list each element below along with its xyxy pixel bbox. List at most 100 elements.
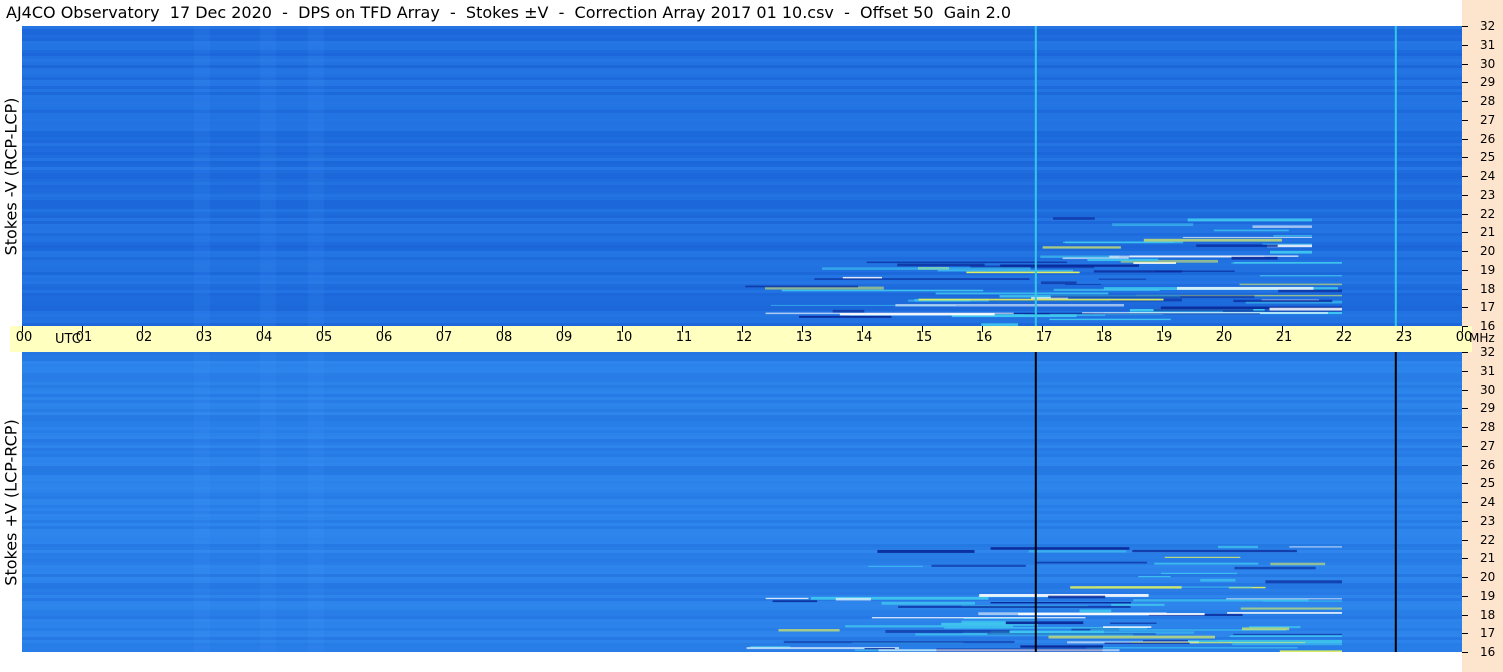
texture-band (22, 89, 1462, 92)
utc-tick-label: 15 (915, 330, 933, 345)
utc-tick-mark (382, 326, 383, 332)
frequency-tick-mark (1462, 445, 1468, 447)
texture-band (22, 484, 1462, 487)
texture-band (22, 535, 1462, 538)
utc-tick-mark (742, 326, 743, 332)
texture-band (22, 553, 1462, 556)
burst-streak (1143, 238, 1282, 242)
texture-band (22, 583, 1462, 586)
texture-band (22, 215, 1462, 218)
texture-band (22, 619, 1462, 622)
texture-band (22, 233, 1462, 236)
texture-band (22, 152, 1462, 155)
texture-band (22, 185, 1462, 188)
burst-streak (1227, 612, 1342, 614)
utc-tick-label: 00 (15, 330, 33, 345)
frequency-tick-label: 30 (1480, 382, 1496, 397)
frequency-tick-mark (1462, 652, 1468, 653)
burst-streak (990, 602, 1131, 604)
utc-tick-label: 22 (1335, 330, 1353, 345)
texture-band (22, 119, 1462, 122)
burst-streak (877, 550, 975, 553)
utc-tick-mark (1102, 326, 1103, 332)
texture-band (22, 146, 1462, 149)
utc-tick-mark (82, 326, 83, 332)
utc-tick-label: 18 (1095, 330, 1113, 345)
texture-band (22, 397, 1462, 400)
burst-streak (1231, 262, 1342, 264)
frequency-tick-mark (1462, 157, 1468, 159)
texture-band (22, 200, 1462, 203)
frequency-tick-mark (1462, 251, 1468, 252)
texture-band (22, 62, 1462, 65)
frequency-tick-mark (1462, 269, 1468, 271)
burst-streak (990, 547, 1130, 550)
texture-band (22, 487, 1462, 490)
burst-streak (987, 633, 1156, 635)
burst-streak (1177, 286, 1314, 290)
utc-tick-label: 10 (615, 330, 633, 345)
burst-streak (1161, 572, 1238, 574)
texture-band (22, 412, 1462, 415)
burst-streak (1070, 586, 1182, 589)
texture-band (22, 110, 1462, 113)
texture-band (22, 116, 1462, 119)
frequency-tick-label: 19 (1480, 588, 1496, 603)
frequency-tick-label: 20 (1480, 570, 1496, 584)
burst-streak (1093, 270, 1182, 273)
texture-band (22, 101, 1462, 104)
frequency-tick-label: 24 (1480, 169, 1496, 183)
frequency-tick-mark (1462, 213, 1468, 215)
burst-streak (864, 648, 895, 650)
texture-band (22, 448, 1462, 451)
texture-band (22, 376, 1462, 379)
frequency-tick-label: 28 (1480, 420, 1496, 434)
frequency-tick-label: 32 (1480, 19, 1496, 33)
texture-band (22, 77, 1462, 80)
texture-band (22, 505, 1462, 508)
frequency-tick-mark (1462, 483, 1468, 485)
burst-streak (1111, 603, 1165, 606)
texture-band (22, 59, 1462, 62)
texture-band (22, 125, 1462, 128)
texture-band (22, 400, 1462, 403)
burst-streak (1262, 243, 1312, 245)
texture-band (22, 206, 1462, 209)
burst-streak (1232, 642, 1342, 646)
texture-band (22, 170, 1462, 173)
burst-streak (881, 601, 975, 605)
utc-tick-mark (22, 326, 23, 332)
utc-tick-label: 05 (315, 330, 333, 345)
texture-band (22, 107, 1462, 110)
spectrogram-top-svg (22, 26, 1462, 326)
texture-band (22, 134, 1462, 137)
frequency-tick-mark (1462, 119, 1468, 121)
texture-band (22, 388, 1462, 391)
texture-band (22, 113, 1462, 116)
burst-streak (1259, 275, 1342, 277)
utc-tick-mark (682, 326, 683, 332)
frequency-tick-label: 19 (1480, 262, 1496, 277)
burst-streak (778, 629, 840, 632)
frequency-tick-label: 31 (1480, 37, 1496, 52)
burst-streak (1218, 545, 1258, 549)
texture-band (22, 251, 1462, 254)
texture-band (22, 176, 1462, 179)
texture-band (22, 649, 1462, 652)
vertical-marker-line (1394, 26, 1397, 326)
texture-band (22, 167, 1462, 170)
texture-band (22, 373, 1462, 376)
texture-band (22, 104, 1462, 107)
burst-streak (1112, 223, 1194, 227)
texture-band (22, 475, 1462, 478)
texture-band (22, 427, 1462, 430)
texture-band (22, 430, 1462, 433)
frequency-tick-label: 21 (1480, 225, 1496, 240)
texture-band (22, 574, 1462, 577)
texture-band (22, 80, 1462, 83)
utc-tick-mark (442, 326, 443, 332)
utc-tick-label: 02 (135, 330, 153, 345)
frequency-tick-mark (1462, 389, 1468, 391)
texture-band (22, 278, 1462, 281)
burst-streak (1270, 562, 1326, 566)
